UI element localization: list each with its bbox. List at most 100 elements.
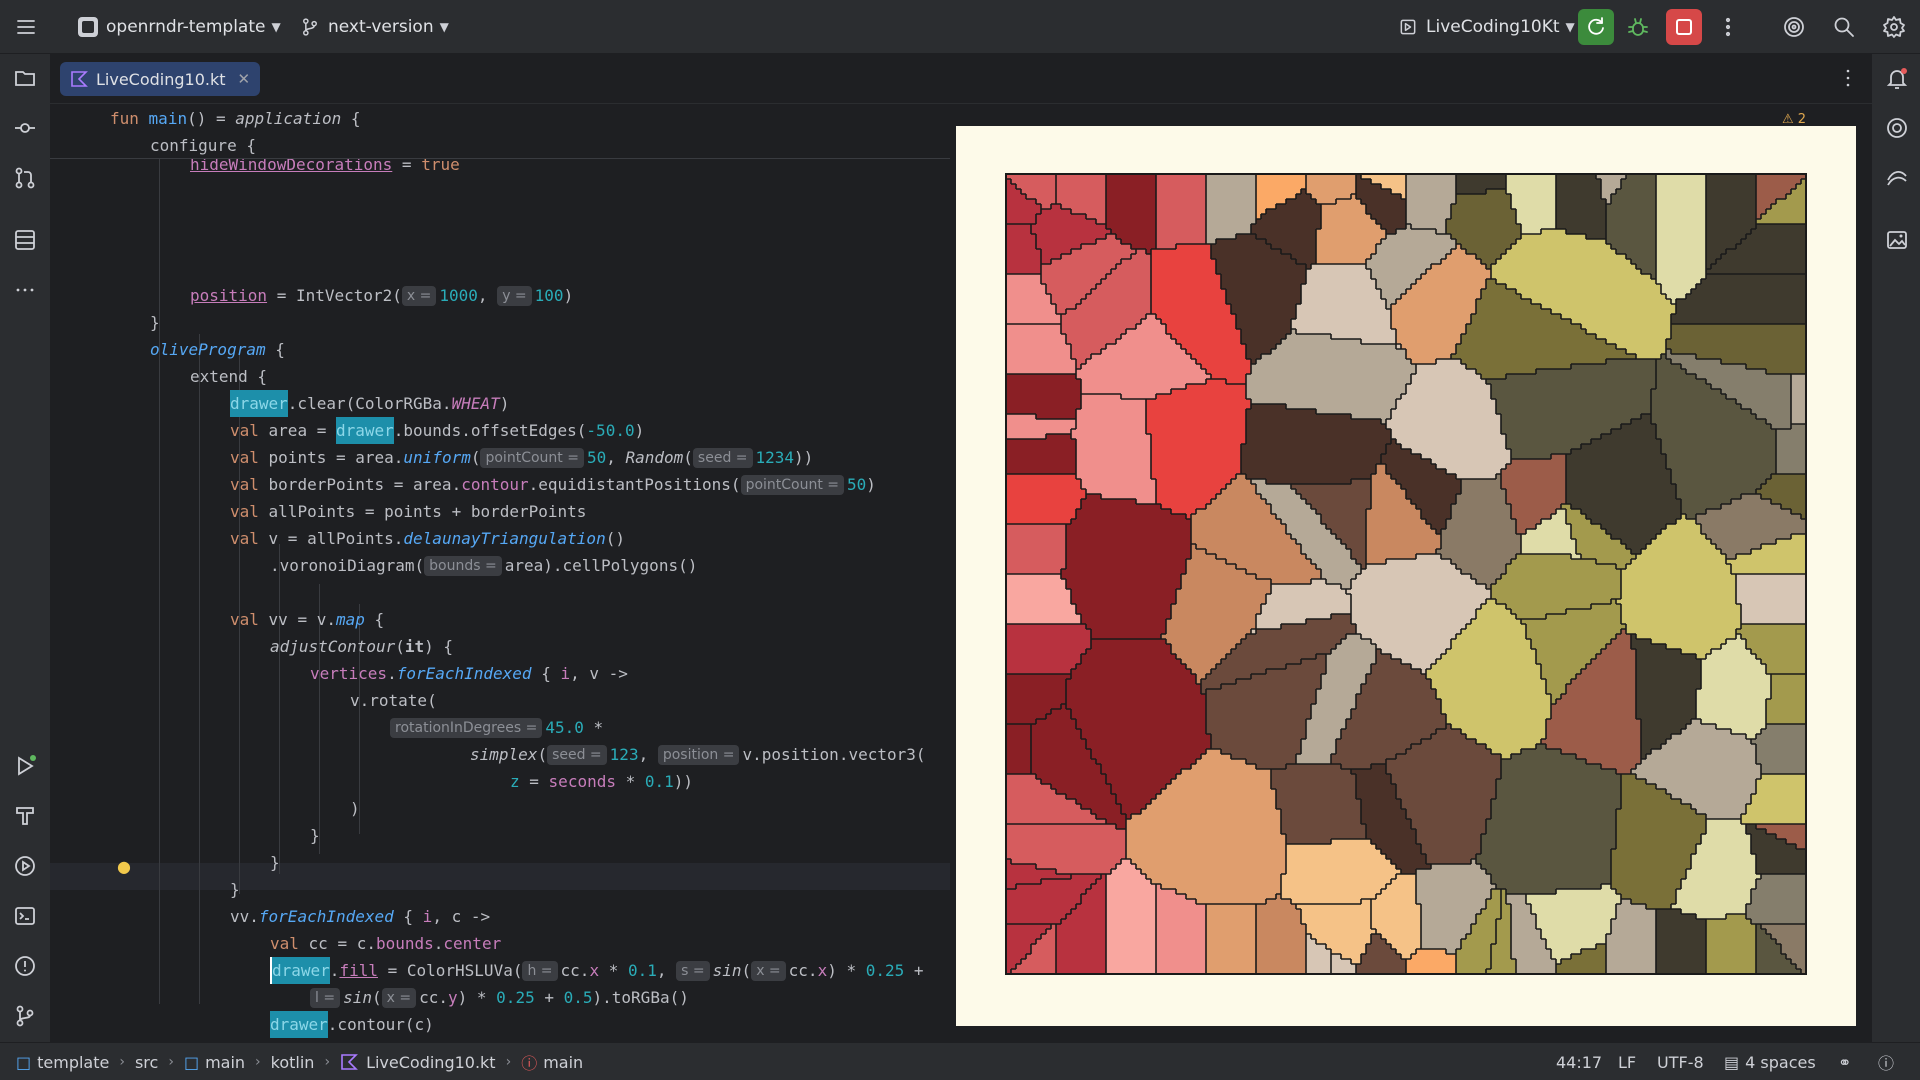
folder-icon[interactable] <box>13 66 37 90</box>
code-line: } <box>230 880 240 899</box>
stop-button[interactable] <box>1666 0 1702 54</box>
debug-button[interactable] <box>1626 0 1650 54</box>
search-button[interactable] <box>1832 0 1856 54</box>
tab-label: LiveCoding10.kt <box>96 69 226 89</box>
code-line: val vv = v. map { <box>230 610 385 629</box>
tab-livecoding10-kt[interactable]: LiveCoding10.kt ✕ <box>60 62 261 96</box>
pull-request-icon[interactable] <box>13 166 37 190</box>
settings-button[interactable] <box>1882 0 1906 54</box>
ai-assistant-button[interactable] <box>1782 0 1806 54</box>
kotlin-file-icon <box>71 71 88 87</box>
run-icon[interactable] <box>13 754 37 778</box>
code-line: configure { <box>150 136 256 155</box>
code-line: fun main() = application { <box>110 109 361 128</box>
code-area[interactable]: hideWindowDecorations = true position = … <box>50 104 950 1042</box>
bug-icon <box>1628 18 1648 36</box>
breadcrumb-item[interactable]: main <box>543 1053 583 1072</box>
chevron-right-icon: › <box>119 1054 125 1070</box>
code-line: val allPoints = points + borderPoints <box>230 502 587 521</box>
image-viewer-icon[interactable] <box>1885 228 1909 252</box>
more-vertical-icon[interactable] <box>1836 66 1860 90</box>
code-line: } <box>150 313 160 332</box>
lightbulb-icon[interactable]: ● <box>117 857 131 876</box>
code-line: v.rotate( <box>350 691 437 710</box>
build-hammer-icon[interactable] <box>13 804 37 828</box>
rerun-button[interactable] <box>1578 0 1614 54</box>
warning-count[interactable]: ⚠ 2 <box>1782 112 1806 127</box>
breadcrumb-item[interactable]: LiveCoding10.kt <box>366 1053 496 1072</box>
stop-icon <box>1676 19 1692 35</box>
structure-icon[interactable] <box>13 228 37 252</box>
chevron-down-icon: ▼ <box>271 20 281 34</box>
chevron-right-icon: › <box>168 1054 174 1070</box>
code-line: vv. forEachIndexed { i, c -> <box>230 907 491 926</box>
breadcrumb-item[interactable]: kotlin <box>271 1053 315 1072</box>
code-line: simplex(seed = 123, position = v.position.… <box>470 744 926 765</box>
git-icon[interactable] <box>13 1004 37 1028</box>
lock-icon[interactable]: ⚭ <box>1838 1043 1851 1080</box>
branch-selector[interactable]: next-version ▼ <box>300 0 449 54</box>
kotlin-file-icon <box>341 1054 358 1070</box>
indent-setting[interactable]: ▤ 4 spaces <box>1724 1043 1816 1080</box>
code-line: vertices. forEachIndexed { i, v -> <box>310 664 628 683</box>
gear-icon <box>1883 16 1905 38</box>
sticky-scroll-header[interactable]: fun main() = application { configure { <box>50 104 950 159</box>
line-separator[interactable]: LF <box>1618 1043 1636 1080</box>
file-encoding[interactable]: UTF-8 <box>1657 1043 1704 1080</box>
breadcrumb-item[interactable]: template <box>37 1053 109 1072</box>
chevron-down-icon: ▼ <box>439 20 449 34</box>
code-line: val area = drawer .bounds.offsetEdges(-50… <box>230 417 644 444</box>
code-line: rotationInDegrees = 45.0 * <box>390 714 603 741</box>
services-icon[interactable] <box>13 854 37 878</box>
search-icon <box>1834 17 1854 37</box>
function-error-icon: ⓘ <box>521 1054 538 1073</box>
left-tool-window-bar <box>0 54 50 1044</box>
notifications-bell-icon[interactable] <box>1885 66 1909 90</box>
run-config-icon <box>1400 19 1416 35</box>
caret-position[interactable]: 44:17 <box>1556 1043 1602 1080</box>
run-config-selector[interactable]: LiveCoding10Kt ▼ <box>1398 0 1575 54</box>
program-preview-window[interactable] <box>956 126 1856 1026</box>
code-line: val borderPoints = area. contour .equidist… <box>230 474 876 495</box>
right-tool-window-bar <box>1872 54 1920 1044</box>
chevron-right-icon: › <box>505 1054 512 1070</box>
code-line: .voronoiDiagram(bounds = area).cellPolygo… <box>270 555 698 576</box>
problems-icon[interactable] <box>13 954 37 978</box>
close-icon[interactable]: ✕ <box>238 70 251 88</box>
database-icon[interactable] <box>1885 166 1909 190</box>
code-line: adjustContour(it) { <box>270 637 454 656</box>
terminal-icon[interactable] <box>13 904 37 928</box>
ai-assistant-icon <box>1784 17 1804 37</box>
code-line: } <box>310 826 320 845</box>
project-selector[interactable]: openrndr-template ▼ <box>78 0 281 54</box>
source-root-icon: □ <box>183 1052 200 1072</box>
git-branch-icon <box>303 18 317 36</box>
rerun-icon <box>1588 17 1604 35</box>
voronoi-canvas <box>1005 173 1807 975</box>
editor-tab-bar: LiveCoding10.kt ✕ <box>50 54 1872 104</box>
more-horizontal-icon[interactable] <box>13 278 37 302</box>
commit-icon[interactable] <box>13 116 37 140</box>
more-actions-button[interactable] <box>1716 0 1740 54</box>
code-line: extend { <box>190 367 268 386</box>
breadcrumb-item[interactable]: main <box>205 1053 245 1072</box>
code-line: z = seconds * 0.1)) <box>510 772 694 791</box>
code-line: oliveProgram { <box>150 340 285 359</box>
ai-chat-icon[interactable] <box>1885 116 1909 140</box>
breadcrumb: □ template › src › □ main › kotlin › Liv… <box>16 1043 583 1080</box>
breadcrumb-item[interactable]: src <box>135 1053 158 1072</box>
main-menu-button[interactable] <box>14 0 38 54</box>
code-line: drawer .clear(ColorRGBa. WHEAT) <box>230 390 509 417</box>
code-line: val v = allPoints. delaunayTriangulation(… <box>230 529 625 548</box>
more-vertical-icon <box>1725 17 1731 37</box>
warning-icon: ⚠ <box>1782 112 1794 127</box>
hamburger-menu-icon <box>17 20 35 34</box>
run-config-name: LiveCoding10Kt <box>1426 17 1560 37</box>
module-icon: □ <box>16 1052 32 1072</box>
inspection-icon[interactable]: ⓘ <box>1878 1043 1894 1080</box>
code-line: val points = area. uniform(pointCount = 50… <box>230 447 814 468</box>
branch-name: next-version <box>328 17 434 37</box>
title-bar: openrndr-template ▼ next-version ▼ LiveC… <box>0 0 1920 54</box>
project-name: openrndr-template <box>106 17 266 37</box>
code-line: position = IntVector2(x = 1000, y = 100) <box>190 285 574 306</box>
